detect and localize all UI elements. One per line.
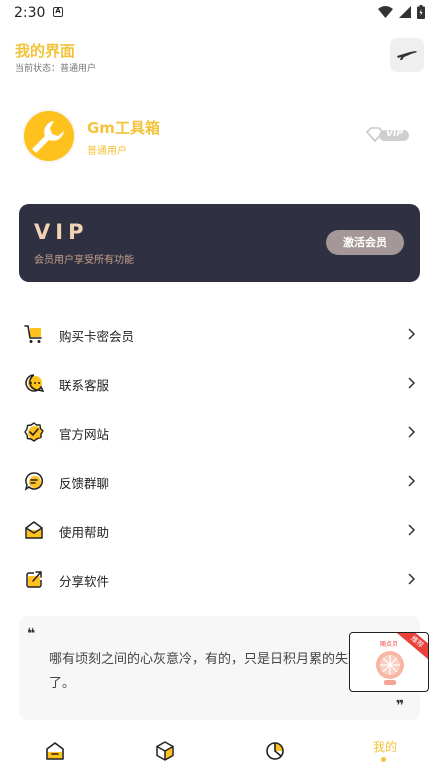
action-button[interactable] xyxy=(390,38,424,72)
notification-icon: A xyxy=(53,7,63,17)
cart-icon xyxy=(24,325,42,343)
chevron-right-icon xyxy=(408,475,416,487)
vip-badge-text: VIP xyxy=(386,129,403,139)
tab-chart-icon[interactable] xyxy=(264,740,286,762)
battery-icon xyxy=(417,5,425,19)
active-tab-indicator xyxy=(381,757,386,762)
chevron-right-icon xyxy=(408,377,416,389)
lucky-wheel-icon xyxy=(376,651,404,685)
open-quote-icon: ❝ xyxy=(27,626,35,642)
page-title: 我的界面 xyxy=(15,42,76,60)
vip-description: 会员用户享受所有功能 xyxy=(34,255,134,266)
vip-title: VIP xyxy=(34,220,89,244)
menu-item-label: 分享软件 xyxy=(59,574,110,589)
ad-label: 随点贝 xyxy=(380,641,399,648)
menu-item-label: 购买卡密会员 xyxy=(59,329,135,344)
quote-text: 哪有顷刻之间的心灰意冷，有的，只是日积月累的失望罢了。 xyxy=(49,652,375,691)
profile-role: 普通用户 xyxy=(87,146,127,157)
activate-vip-button[interactable]: 激活会员 xyxy=(326,230,404,255)
menu-item-label: 使用帮助 xyxy=(59,525,110,540)
menu-item-contact-support[interactable]: 联系客服 xyxy=(0,359,439,408)
mail-help-icon xyxy=(25,521,43,539)
status-time: 2:30 xyxy=(14,5,46,21)
chevron-right-icon xyxy=(408,524,416,536)
menu-item-feedback-group[interactable]: 反馈群聊 xyxy=(0,457,439,506)
status-bar: 2:30 A xyxy=(0,0,439,26)
chevron-right-icon xyxy=(408,328,416,340)
menu-item-label: 官方网站 xyxy=(59,427,110,442)
tab-me[interactable]: 我的 xyxy=(373,738,397,755)
menu-item-share-app[interactable]: 分享软件 xyxy=(0,555,439,604)
vip-badge: VIP xyxy=(365,127,410,143)
status-icons xyxy=(378,5,425,19)
chevron-right-icon xyxy=(408,426,416,438)
share-icon xyxy=(26,571,42,588)
avatar[interactable] xyxy=(22,109,76,163)
chat-icon xyxy=(25,374,44,392)
status-subtitle: 当前状态：普通用户 xyxy=(15,64,97,74)
floating-ad[interactable]: 随点贝 推荐 xyxy=(349,632,429,692)
menu-list: 购买卡密会员 联系客服 官方网站 反馈群聊 使用帮助 分享软件 xyxy=(0,310,439,604)
tab-cube-icon[interactable] xyxy=(154,740,176,762)
vip-card: VIP 会员用户享受所有功能 激活会员 xyxy=(19,204,420,282)
signal-icon xyxy=(399,6,411,18)
bottom-tab-bar: 我的 xyxy=(0,730,439,780)
tab-home-icon[interactable] xyxy=(44,740,66,762)
badge-check-icon xyxy=(24,422,44,442)
wrench-icon xyxy=(24,111,74,161)
menu-item-buy-card[interactable]: 购买卡密会员 xyxy=(0,310,439,359)
profile-name: Gm工具箱 xyxy=(87,119,160,137)
menu-item-label: 联系客服 xyxy=(59,378,110,393)
wifi-icon xyxy=(378,6,393,18)
menu-item-help[interactable]: 使用帮助 xyxy=(0,506,439,555)
chevron-right-icon xyxy=(408,573,416,585)
rifle-icon xyxy=(397,51,417,60)
message-icon xyxy=(24,472,44,491)
menu-item-label: 反馈群聊 xyxy=(59,476,110,491)
close-quote-icon: ❞ xyxy=(396,698,404,714)
menu-item-official-website[interactable]: 官方网站 xyxy=(0,408,439,457)
